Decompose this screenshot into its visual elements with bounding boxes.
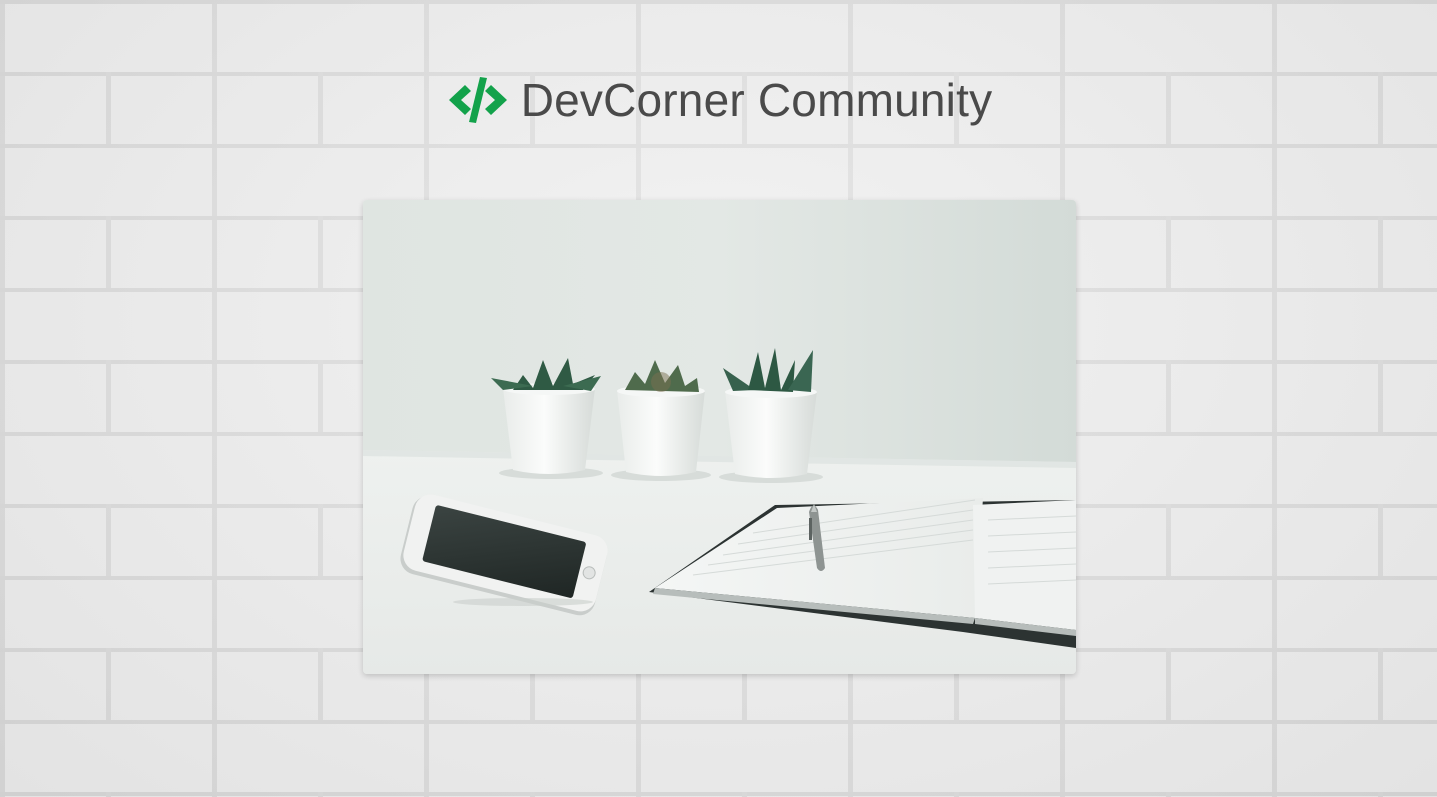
- site-title: DevCorner Community: [520, 74, 993, 126]
- workspace-photo: [363, 200, 1076, 674]
- brand-link[interactable]: DevCorner Community: [447, 75, 993, 125]
- site-header: DevCorner Community: [0, 70, 1437, 130]
- hero-image: [363, 200, 1076, 674]
- code-slash-icon: [448, 77, 507, 123]
